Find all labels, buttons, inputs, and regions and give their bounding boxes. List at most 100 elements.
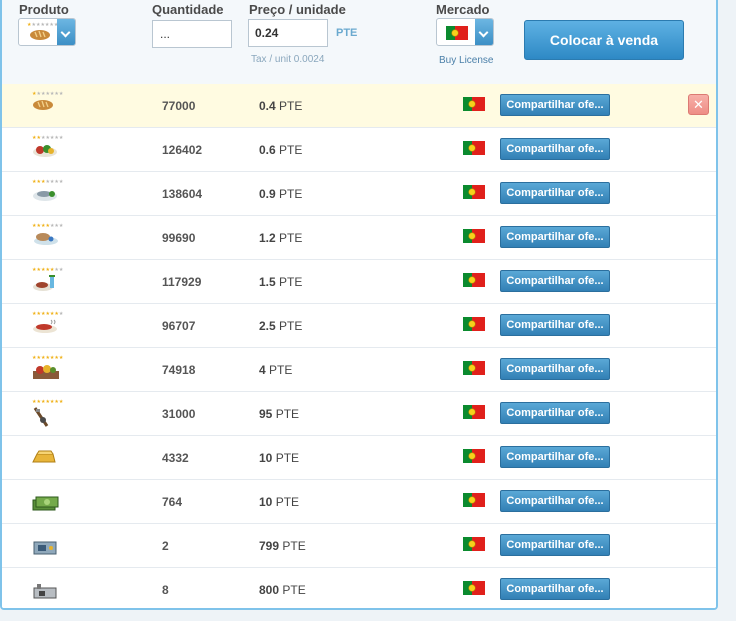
offer-price: 800 PTE [259,583,306,597]
offer-row: 4332 10 PTE Compartilhar ofe... [2,436,716,480]
share-offer-button[interactable]: Compartilhar ofe... [500,490,610,512]
share-offer-button[interactable]: Compartilhar ofe... [500,138,610,160]
offer-price: 1.5 PTE [259,275,303,289]
offer-row: ★★★★★★★ 74918 4 PTE Compartilhar ofe... [2,348,716,392]
share-offer-button[interactable]: Compartilhar ofe... [500,358,610,380]
steak-icon [31,318,59,339]
quality-stars: ★★★★★★★ [32,399,64,405]
tax-label: Tax / unit 0.0024 [251,54,325,65]
offer-row: ★★★★★★★ 117929 1.5 PTE Compartilhar ofe... [2,260,716,304]
portugal-flag-icon [446,26,468,45]
weapon-icon [31,406,51,433]
offer-quantity: 77000 [162,99,196,113]
preco-label: Preço / unidade [249,2,346,17]
mercado-label: Mercado [436,2,490,17]
offer-row: ★★★★★★★ 31000 95 PTE Compartilhar ofe... [2,392,716,436]
money-stack-icon [31,494,59,517]
quality-stars: ★★★★★★★ [32,311,64,317]
offer-row: ★★★★★★★ 126402 0.6 PTE Compartilhar ofe... [2,128,716,172]
price-input[interactable] [248,19,328,47]
portugal-flag-icon [463,141,485,160]
offer-price: 799 PTE [259,539,306,553]
factory-icon [31,582,59,605]
quality-stars: ★★★★★★★ [32,91,64,97]
meal-drink-icon [31,274,59,297]
share-offer-button[interactable]: Compartilhar ofe... [500,578,610,600]
offer-quantity: 2 [162,539,169,553]
offer-quantity: 31000 [162,407,196,421]
portugal-flag-icon [463,317,485,336]
quality-stars: ★★★★★★★ [32,223,64,229]
offer-price: 2.5 PTE [259,319,303,333]
portugal-flag-icon [463,229,485,248]
share-offer-button[interactable]: Compartilhar ofe... [500,226,610,248]
portugal-flag-icon [463,273,485,292]
portugal-flag-icon [463,185,485,204]
quality-stars: ★★★★★★★ [32,267,64,273]
offer-quantity: 96707 [162,319,196,333]
offer-quantity: 74918 [162,363,196,377]
offer-price: 0.9 PTE [259,187,303,201]
feast-icon [31,362,61,385]
portugal-flag-icon [463,361,485,380]
offer-row: ★★★★★★★ 77000 0.4 PTE Compartilhar ofe... ✕ [2,84,716,128]
offer-row: ★★★★★★★ 96707 2.5 PTE Compartilhar ofe... [2,304,716,348]
chevron-down-icon[interactable] [57,19,75,45]
offer-quantity: 138604 [162,187,203,201]
produto-label: Produto [19,2,69,17]
portugal-flag-icon [463,449,485,468]
place-for-sale-button[interactable]: Colocar à venda [524,20,684,60]
share-offer-button[interactable]: Compartilhar ofe... [500,270,610,292]
bread-icon [31,98,55,117]
currency-label: PTE [336,27,358,39]
close-icon[interactable]: ✕ [688,94,709,115]
portugal-flag-icon [463,493,485,512]
share-offer-button[interactable]: Compartilhar ofe... [500,402,610,424]
share-offer-button[interactable]: Compartilhar ofe... [500,534,610,556]
offer-price: 10 PTE [259,495,300,509]
offer-row: 764 10 PTE Compartilhar ofe... [2,480,716,524]
chevron-down-icon[interactable] [475,19,493,45]
portugal-flag-icon [463,537,485,556]
share-offer-button[interactable]: Compartilhar ofe... [500,446,610,468]
offer-price: 10 PTE [259,451,300,465]
market-panel: Produto Quantidade Preço / unidade Merca… [0,0,718,610]
product-select[interactable]: ★★★★★★★ [18,18,76,46]
offer-price: 0.6 PTE [259,143,303,157]
offer-row: ★★★★★★★ 99690 1.2 PTE Compartilhar ofe... [2,216,716,260]
offer-quantity: 117929 [162,275,202,289]
gold-bar-icon [31,450,57,471]
share-offer-button[interactable]: Compartilhar ofe... [500,182,610,204]
portugal-flag-icon [463,97,485,116]
market-select[interactable] [436,18,494,46]
quantidade-label: Quantidade [152,2,224,17]
offer-price: 4 PTE [259,363,293,377]
quality-stars: ★★★★★★★ [32,355,64,361]
offer-price: 0.4 PTE [259,99,303,113]
offer-quantity: 126402 [162,143,203,157]
offer-quantity: 8 [162,583,169,597]
portugal-flag-icon [463,405,485,424]
offer-quantity: 4332 [162,451,189,465]
offer-row: ★★★★★★★ 138604 0.9 PTE Compartilhar ofe... [2,172,716,216]
offer-row: 8 800 PTE Compartilhar ofe... [2,568,716,608]
quality-stars: ★★★★★★★ [32,135,64,141]
buy-license-link[interactable]: Buy License [439,55,493,66]
machine-icon [31,538,59,561]
offer-form-header: Produto Quantidade Preço / unidade Merca… [2,0,716,85]
share-offer-button[interactable]: Compartilhar ofe... [500,314,610,336]
offer-quantity: 99690 [162,231,196,245]
offer-price: 1.2 PTE [259,231,303,245]
offer-quantity: 764 [162,495,183,509]
salad-icon [31,142,59,163]
bread-icon [29,28,51,46]
offer-row: 2 799 PTE Compartilhar ofe... [2,524,716,568]
quality-stars: ★★★★★★★ [32,179,64,185]
offer-price: 95 PTE [259,407,300,421]
chicken-plate-icon [31,230,59,251]
fish-plate-icon [31,186,59,207]
quantity-input[interactable] [152,20,232,48]
portugal-flag-icon [463,581,485,600]
offers-list: ★★★★★★★ 77000 0.4 PTE Compartilhar ofe... ✕ ★… [2,84,716,608]
share-offer-button[interactable]: Compartilhar ofe... [500,94,610,116]
